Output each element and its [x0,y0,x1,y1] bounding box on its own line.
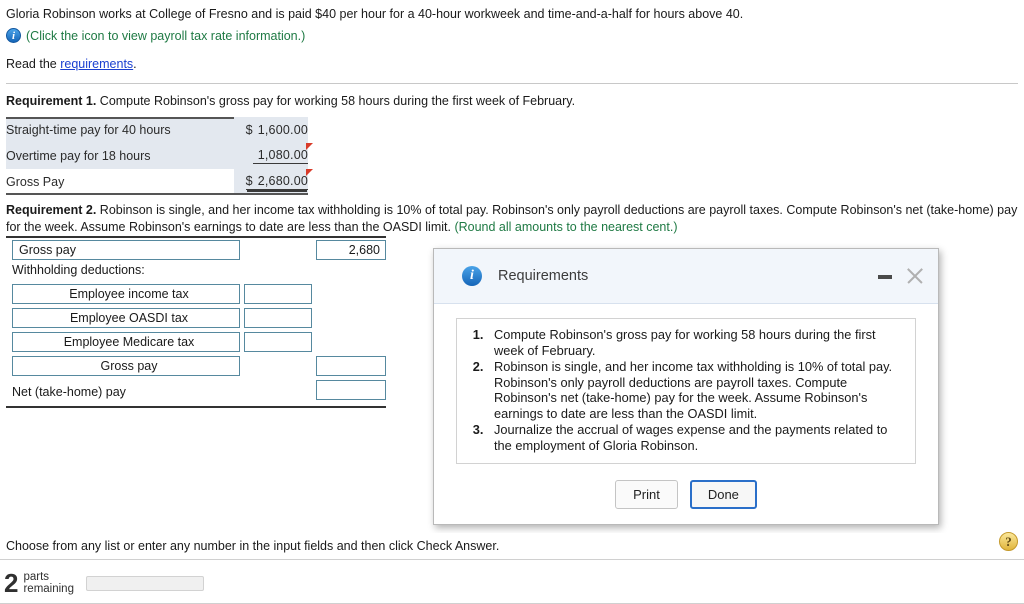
employee-medicare-tax-value-field[interactable] [244,332,312,352]
worksheet-row-subtotal-gross-pay: Gross pay [6,354,392,378]
parts-remaining-label: parts remaining [23,571,74,596]
worksheet-row-oasdi-tax: Employee OASDI tax [6,306,392,330]
intro-divider [6,83,1018,84]
dialog-title: Requirements [498,268,589,284]
table-bottom-rule [6,193,308,195]
list-item: Robinson is single, and her income tax w… [487,359,905,421]
payroll-tax-info-row: i (Click the icon to view payroll tax ra… [6,28,1018,43]
requirement-1-text: Compute Robinson's gross pay for working… [96,94,576,108]
read-suffix: . [133,57,137,71]
help-icon[interactable]: ? [999,532,1018,551]
parts-remaining-count: 2 [4,568,19,598]
requirement-1-heading: Requirement 1. Compute Robinson's gross … [6,93,1016,110]
rounding-note: (Round all amounts to the nearest cent.) [454,220,678,234]
read-prefix: Read the [6,57,61,71]
problem-statement: Gloria Robinson works at College of Fres… [6,7,744,21]
print-button[interactable]: Print [615,480,678,509]
list-item: Journalize the accrual of wages expense … [487,422,905,453]
close-icon[interactable] [904,265,926,287]
worksheet-row-medicare-tax: Employee Medicare tax [6,330,392,354]
toolbar-divider-top [0,559,1024,560]
requirement-2-heading: Requirement 2. Robinson is single, and h… [6,202,1018,236]
net-take-home-pay-label: Net (take-home) pay [12,385,126,399]
gross-pay-table-wrap: Straight-time pay for 40 hours $1,600.00… [6,117,313,195]
dialog-footer: Print Done [456,480,916,509]
correct-marker-icon [306,169,313,176]
table-row: Gross Pay $2,680.00 [6,169,313,195]
exercise-page: Gloria Robinson works at College of Fres… [0,0,1024,604]
worksheet-row-income-tax: Employee income tax [6,282,392,306]
requirement-2-section: Requirement 2. Robinson is single, and h… [6,202,1018,236]
parts-line-1: parts [23,570,50,583]
requirement-1-label: Requirement 1. [6,94,97,108]
info-icon: i [462,266,482,286]
requirement-2-label: Requirement 2. [6,203,97,217]
worksheet-row-gross-pay: Gross pay 2,680 [6,238,392,262]
value-text: $2,680.00 [245,174,308,190]
row-label-overtime: Overtime pay for 18 hours [6,143,234,169]
row-value-straight-time: $1,600.00 [234,117,308,143]
row-label-straight-time: Straight-time pay for 40 hours [6,117,234,143]
table-row: Overtime pay for 18 hours 1,080.00 [6,143,313,169]
requirements-list: Compute Robinson's gross pay for working… [461,327,905,453]
read-requirements-line: Read the requirements. [6,57,1018,71]
employee-income-tax-label-field[interactable]: Employee income tax [12,284,240,304]
net-take-home-pay-value-field[interactable] [316,380,386,400]
withholding-deductions-label: Withholding deductions: [12,263,145,277]
parts-line-2: remaining [23,583,74,595]
gross-pay-label-field[interactable]: Gross pay [12,240,240,260]
row-label-gross-pay: Gross Pay [6,169,234,195]
value-text: 1,080.00 [252,148,308,164]
requirement-item-3: Journalize the accrual of wages expense … [494,422,888,453]
dialog-header: i Requirements [434,249,938,304]
row-value-overtime: 1,080.00 [234,143,313,169]
table-row: Straight-time pay for 40 hours $1,600.00 [6,117,308,143]
employee-oasdi-tax-label-field[interactable]: Employee OASDI tax [12,308,240,328]
requirement-item-2: Robinson is single, and her income tax w… [494,359,893,421]
worksheet-bottom-rule [6,406,386,408]
worksheet-row-withholding-header: Withholding deductions: [6,262,392,282]
subtotal-gross-pay-label-field[interactable]: Gross pay [12,356,240,376]
payroll-tax-info-note: (Click the icon to view payroll tax rate… [26,28,306,43]
info-icon[interactable]: i [6,28,21,43]
progress-indicator: 2 parts remaining [4,570,204,596]
instruction-hint: Choose from any list or enter any number… [6,539,500,553]
minimize-icon[interactable] [878,275,892,279]
requirements-dialog: i Requirements Compute Robinson's gross … [433,248,939,525]
requirements-link[interactable]: requirements [60,57,133,71]
done-button[interactable]: Done [689,480,757,509]
dialog-body: Compute Robinson's gross pay for working… [434,304,938,509]
bottom-toolbar: Choose from any list or enter any number… [0,532,1024,604]
problem-intro: Gloria Robinson works at College of Fres… [6,6,1018,71]
requirement-item-1: Compute Robinson's gross pay for working… [494,327,876,358]
gross-pay-value-field[interactable]: 2,680 [316,240,386,260]
employee-income-tax-value-field[interactable] [244,284,312,304]
value-text: $1,600.00 [245,123,308,137]
progress-bar [85,575,204,591]
row-value-gross-pay: $2,680.00 [234,169,313,195]
requirements-panel: Compute Robinson's gross pay for working… [456,318,916,464]
employee-oasdi-tax-value-field[interactable] [244,308,312,328]
employee-medicare-tax-label-field[interactable]: Employee Medicare tax [12,332,240,352]
worksheet-row-net-pay: Net (take-home) pay [6,378,392,404]
subtotal-gross-pay-value-field[interactable] [316,356,386,376]
list-item: Compute Robinson's gross pay for working… [487,327,905,358]
correct-marker-icon [306,143,313,150]
gross-pay-table: Straight-time pay for 40 hours $1,600.00… [6,117,313,195]
net-pay-worksheet: Gross pay 2,680 Withholding deductions: … [6,236,392,408]
requirement-1-section: Requirement 1. Compute Robinson's gross … [6,93,1016,195]
